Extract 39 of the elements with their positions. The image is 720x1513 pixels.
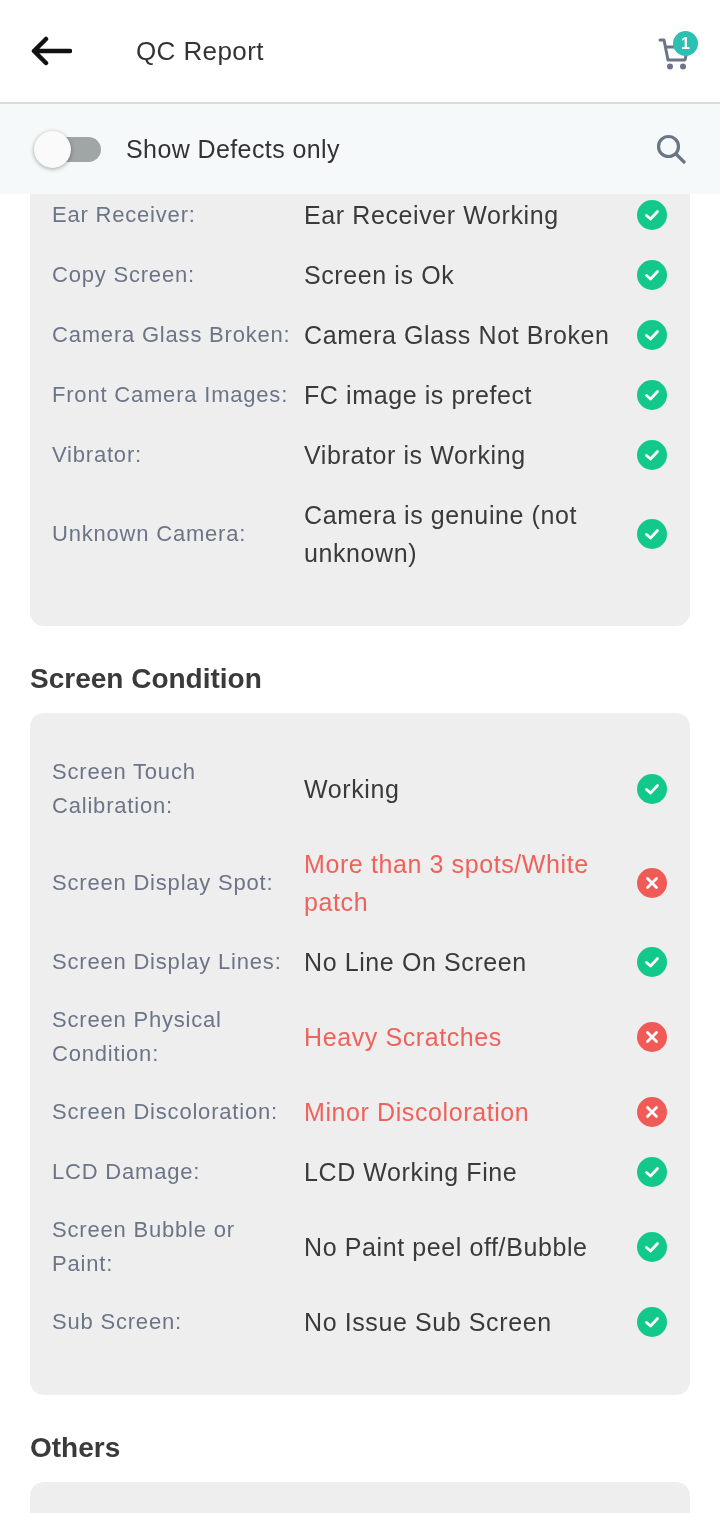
check-label: Front Camera Images:	[52, 381, 290, 409]
check-label: Vibrator:	[52, 441, 143, 469]
check-label: Unknown Camera:	[52, 520, 248, 548]
check-result: Heavy Scratches	[304, 1022, 503, 1053]
check-label: Screen Physical Condition:	[52, 1006, 223, 1068]
check-result: LCD Working Fine	[304, 1157, 519, 1188]
check-label: Screen Touch Calibration:	[52, 758, 197, 820]
check-result: Camera Glass Not Broken	[304, 320, 611, 351]
check-label: Screen Display Lines:	[52, 948, 283, 976]
section-heading: Others	[29, 1431, 122, 1465]
check-label: Sub Screen:	[52, 1308, 183, 1336]
cart-count-badge: 1	[673, 31, 698, 56]
check-label: Copy Screen:	[52, 261, 196, 289]
search-icon	[656, 134, 686, 164]
check-result: Camera is genuine (not unknown)	[304, 500, 579, 569]
search-button[interactable]	[656, 134, 686, 164]
filter-label: Show Defects only	[126, 134, 341, 164]
back-arrow-icon	[30, 36, 72, 66]
check-result: FC image is prefect	[304, 380, 534, 411]
check-result: Minor Discoloration	[304, 1097, 531, 1128]
back-button[interactable]	[30, 36, 72, 66]
check-result: No Line On Screen	[304, 947, 528, 978]
check-label: Screen Bubble or Paint:	[52, 1216, 236, 1278]
check-label: LCD Damage:	[52, 1158, 202, 1186]
toggle-switch[interactable]	[34, 130, 101, 168]
check-label: Screen Discoloration:	[52, 1098, 279, 1126]
check-result: No Paint peel off/Bubble	[304, 1232, 589, 1263]
cart-button[interactable]: 1	[658, 31, 698, 71]
check-result: Vibrator is Working	[304, 440, 527, 471]
section-heading: Screen Condition	[29, 662, 263, 696]
check-label: Camera Glass Broken:	[52, 321, 292, 349]
check-label: Ear Receiver:	[52, 201, 197, 229]
check-result: More than 3 spots/White patch	[304, 849, 590, 918]
check-label: Screen Display Spot:	[52, 869, 275, 897]
page-title: QC Report	[136, 35, 265, 67]
check-result: Working	[304, 774, 401, 805]
check-result: Ear Receiver Working	[304, 200, 560, 231]
check-result: No Issue Sub Screen	[304, 1307, 553, 1338]
check-result: Screen is Ok	[304, 260, 456, 291]
